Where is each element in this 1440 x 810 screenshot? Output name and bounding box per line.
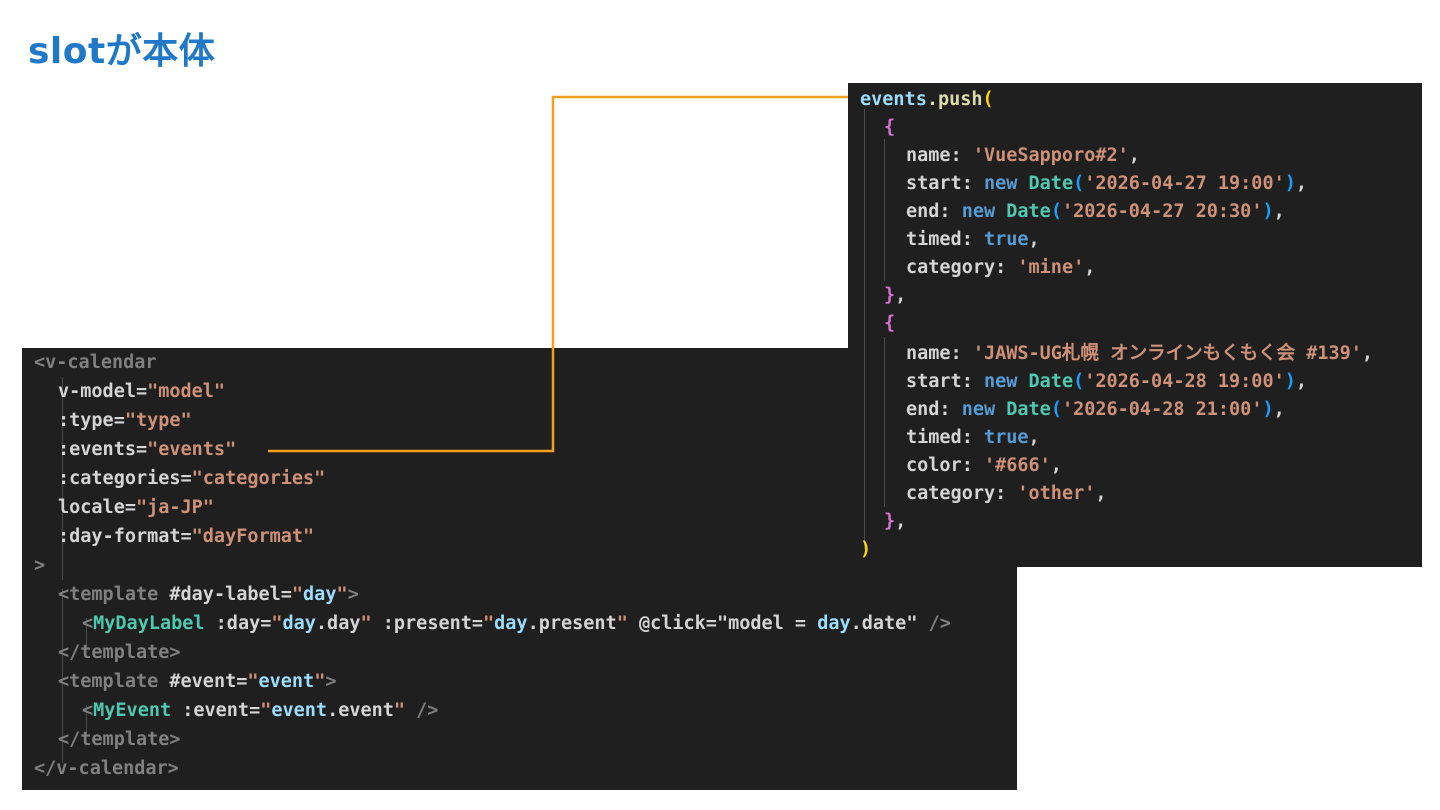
connector-path [268,95,848,453]
connector-line [268,95,848,453]
